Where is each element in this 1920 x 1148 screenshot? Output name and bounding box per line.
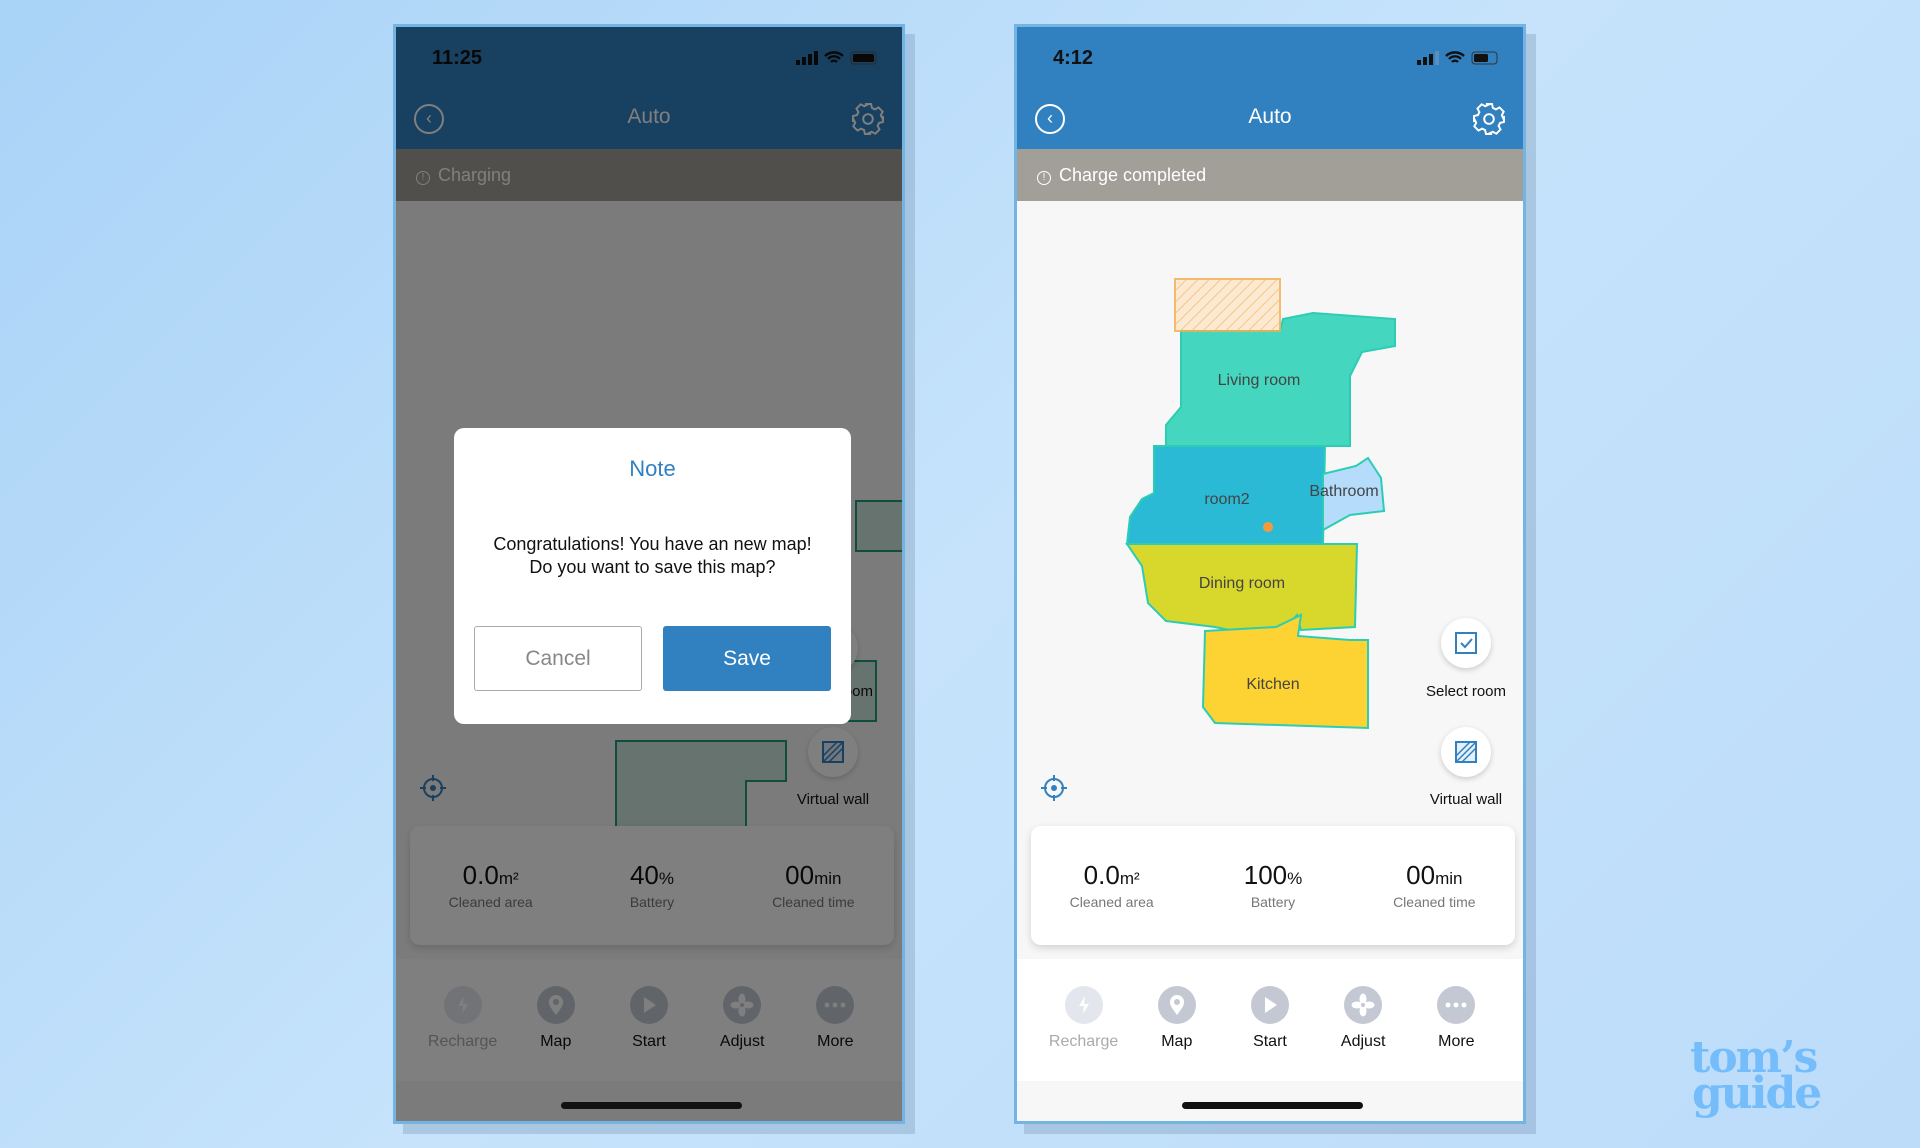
stat-label: Cleaned time [1393,894,1476,910]
signal-icon [1417,51,1439,65]
select-room-label: Select room [1425,683,1507,700]
stat-unit: m² [1119,869,1140,888]
virtual-wall-label: Virtual wall [1429,791,1503,808]
fan-icon [1344,986,1383,1024]
more-dots-icon [1437,986,1476,1024]
toms-guide-logo: tom’s guide [1690,1036,1822,1119]
nav-more[interactable]: More [1411,959,1501,1081]
dialog-message: Congratulations! You have an new map! Do … [454,533,851,579]
cancel-button[interactable]: Cancel [474,626,642,691]
home-indicator[interactable] [561,1102,742,1109]
save-map-dialog: Note Congratulations! You have an new ma… [454,428,851,724]
stat-cleaned-area: 0.0m² Cleaned area [1031,826,1192,945]
logo-line: guide [1692,1068,1822,1119]
stat-value: 00 [1406,860,1436,890]
stat-value: 100 [1243,860,1288,890]
stat-label: Cleaned area [1069,894,1154,910]
phone-screen-right: 4:12 ‹ Auto ! Charge completed Living roo… [1014,24,1526,1124]
nav-label: Adjust [1340,1033,1386,1050]
status-icons [1417,51,1501,65]
room-label: Living room [1218,372,1301,389]
status-banner: ! Charge completed [1017,149,1523,201]
select-room-button[interactable] [1441,618,1491,668]
no-go-zone[interactable] [1174,278,1281,332]
stat-unit: % [1287,869,1303,888]
nav-adjust[interactable]: Adjust [1318,959,1408,1081]
info-icon: ! [1037,171,1051,185]
stat-cleaned-time: 00min Cleaned time [1354,826,1515,945]
phone-screen-left: 11:25 ‹ Auto !Charging Select room Virtu… [393,24,905,1124]
room-kitchen[interactable] [1201,613,1369,730]
nav-recharge[interactable]: Recharge [1039,959,1129,1081]
stat-unit: min [1435,869,1463,888]
settings-gear-icon[interactable] [1471,101,1507,137]
home-indicator[interactable] [1182,1102,1363,1109]
nav-label: Map [1161,1033,1193,1050]
nav-label: Start [1253,1033,1287,1050]
wifi-icon [1445,51,1465,63]
dialog-message-line: Do you want to save this map? [529,557,776,577]
room-label: Dining room [1199,575,1285,592]
nav-map[interactable]: Map [1132,959,1222,1081]
robot-marker [1263,522,1273,532]
nav-label: Recharge [1048,1033,1119,1050]
status-text: Charge completed [1059,165,1207,185]
battery-icon [1471,51,1498,65]
bottom-nav: Recharge Map Start Adjust More [1017,959,1523,1081]
virtual-wall-button[interactable] [1441,727,1491,777]
room-label: Bathroom [1309,483,1378,500]
virtual-wall-icon [1455,741,1477,763]
status-time: 4:12 [1053,47,1094,69]
stat-battery: 100% Battery [1192,826,1353,945]
nav-label: More [1438,1033,1475,1050]
stats-card: 0.0m² Cleaned area 100% Battery 00min Clean… [1031,826,1515,945]
save-button[interactable]: Save [663,626,831,691]
room-label: Kitchen [1246,676,1299,693]
play-icon [1250,986,1289,1024]
room-label: room2 [1204,491,1249,508]
dialog-message-line: Congratulations! You have an new map! [493,534,812,554]
dialog-title: Note [629,456,676,481]
nav-start[interactable]: Start [1225,959,1315,1081]
header: 4:12 ‹ Auto [1017,27,1523,149]
stat-label: Battery [1250,894,1296,910]
room-dining-room[interactable] [1125,543,1359,642]
page-title: Auto [1248,105,1292,128]
lightning-icon [1064,986,1103,1024]
checkbox-icon [1455,632,1477,654]
map-pin-icon [1157,986,1196,1024]
locate-icon[interactable] [1039,773,1069,803]
stat-value: 0.0 [1083,860,1120,890]
